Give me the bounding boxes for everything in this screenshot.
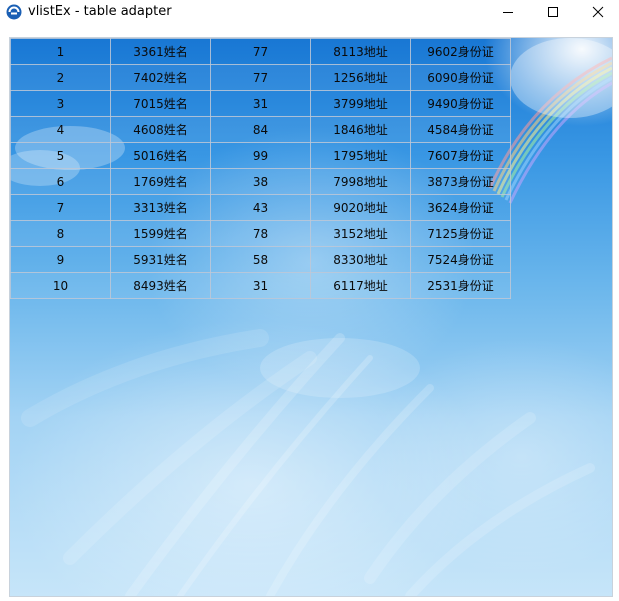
cell-age: 58 xyxy=(210,246,311,273)
cell-name: 8493姓名 xyxy=(110,272,211,299)
cell-age: 31 xyxy=(210,90,311,117)
cell-index: 6 xyxy=(10,168,111,195)
cell-index: 4 xyxy=(10,116,111,143)
title-bar[interactable]: vlistEx - table adapter xyxy=(0,0,619,24)
app-icon xyxy=(6,4,22,20)
cell-age: 77 xyxy=(210,64,311,91)
cell-id-card: 4584身份证 xyxy=(410,116,511,143)
table-row[interactable]: 9 5931姓名 58 8330地址 7524身份证 xyxy=(10,246,511,273)
cell-age: 99 xyxy=(210,142,311,169)
table-row[interactable]: 10 8493姓名 31 6117地址 2531身份证 xyxy=(10,272,511,299)
maximize-icon xyxy=(548,7,558,17)
close-icon xyxy=(592,6,604,18)
list-view[interactable]: 1 3361姓名 77 8113地址 9602身份证 2 7402姓名 77 1256地址 609… xyxy=(9,37,613,597)
cell-age: 78 xyxy=(210,220,311,247)
cell-address: 7998地址 xyxy=(310,168,411,195)
cell-index: 1 xyxy=(10,38,111,65)
cell-address: 8113地址 xyxy=(310,38,411,65)
cell-address: 1795地址 xyxy=(310,142,411,169)
cell-address: 1256地址 xyxy=(310,64,411,91)
cell-name: 5931姓名 xyxy=(110,246,211,273)
cell-age: 38 xyxy=(210,168,311,195)
cell-address: 8330地址 xyxy=(310,246,411,273)
table-row[interactable]: 7 3313姓名 43 9020地址 3624身份证 xyxy=(10,194,511,221)
table-body: 1 3361姓名 77 8113地址 9602身份证 2 7402姓名 77 1256地址 609… xyxy=(10,38,511,299)
cell-id-card: 7607身份证 xyxy=(410,142,511,169)
cell-index: 9 xyxy=(10,246,111,273)
cell-id-card: 3873身份证 xyxy=(410,168,511,195)
cell-address: 1846地址 xyxy=(310,116,411,143)
cell-id-card: 7524身份证 xyxy=(410,246,511,273)
cell-address: 9020地址 xyxy=(310,194,411,221)
cell-address: 3152地址 xyxy=(310,220,411,247)
cell-index: 10 xyxy=(10,272,111,299)
table-row[interactable]: 6 1769姓名 38 7998地址 3873身份证 xyxy=(10,168,511,195)
window-title: vlistEx - table adapter xyxy=(28,4,172,19)
minimize-icon xyxy=(503,12,513,13)
table-row[interactable]: 8 1599姓名 78 3152地址 7125身份证 xyxy=(10,220,511,247)
table-row[interactable]: 5 5016姓名 99 1795地址 7607身份证 xyxy=(10,142,511,169)
app-window: vlistEx - table adapter 1 3361姓名 77 8113… xyxy=(0,0,619,601)
cell-index: 5 xyxy=(10,142,111,169)
cell-id-card: 9490身份证 xyxy=(410,90,511,117)
cell-index: 7 xyxy=(10,194,111,221)
cell-age: 31 xyxy=(210,272,311,299)
table-row[interactable]: 1 3361姓名 77 8113地址 9602身份证 xyxy=(10,38,511,65)
cell-name: 1769姓名 xyxy=(110,168,211,195)
cell-id-card: 7125身份证 xyxy=(410,220,511,247)
cell-id-card: 6090身份证 xyxy=(410,64,511,91)
maximize-button[interactable] xyxy=(530,0,576,24)
cell-index: 2 xyxy=(10,64,111,91)
cell-name: 5016姓名 xyxy=(110,142,211,169)
cell-id-card: 9602身份证 xyxy=(410,38,511,65)
cell-name: 3313姓名 xyxy=(110,194,211,221)
cell-id-card: 3624身份证 xyxy=(410,194,511,221)
cell-name: 1599姓名 xyxy=(110,220,211,247)
minimize-button[interactable] xyxy=(485,0,531,24)
cell-age: 43 xyxy=(210,194,311,221)
cell-name: 4608姓名 xyxy=(110,116,211,143)
cell-id-card: 2531身份证 xyxy=(410,272,511,299)
cell-index: 3 xyxy=(10,90,111,117)
cell-index: 8 xyxy=(10,220,111,247)
table-row[interactable]: 2 7402姓名 77 1256地址 6090身份证 xyxy=(10,64,511,91)
cell-age: 84 xyxy=(210,116,311,143)
close-button[interactable] xyxy=(575,0,619,24)
cell-age: 77 xyxy=(210,38,311,65)
data-table[interactable]: 1 3361姓名 77 8113地址 9602身份证 2 7402姓名 77 1256地址 609… xyxy=(10,38,511,299)
cell-name: 7015姓名 xyxy=(110,90,211,117)
cell-name: 7402姓名 xyxy=(110,64,211,91)
cell-address: 6117地址 xyxy=(310,272,411,299)
cell-name: 3361姓名 xyxy=(110,38,211,65)
cell-address: 3799地址 xyxy=(310,90,411,117)
table-row[interactable]: 4 4608姓名 84 1846地址 4584身份证 xyxy=(10,116,511,143)
table-row[interactable]: 3 7015姓名 31 3799地址 9490身份证 xyxy=(10,90,511,117)
